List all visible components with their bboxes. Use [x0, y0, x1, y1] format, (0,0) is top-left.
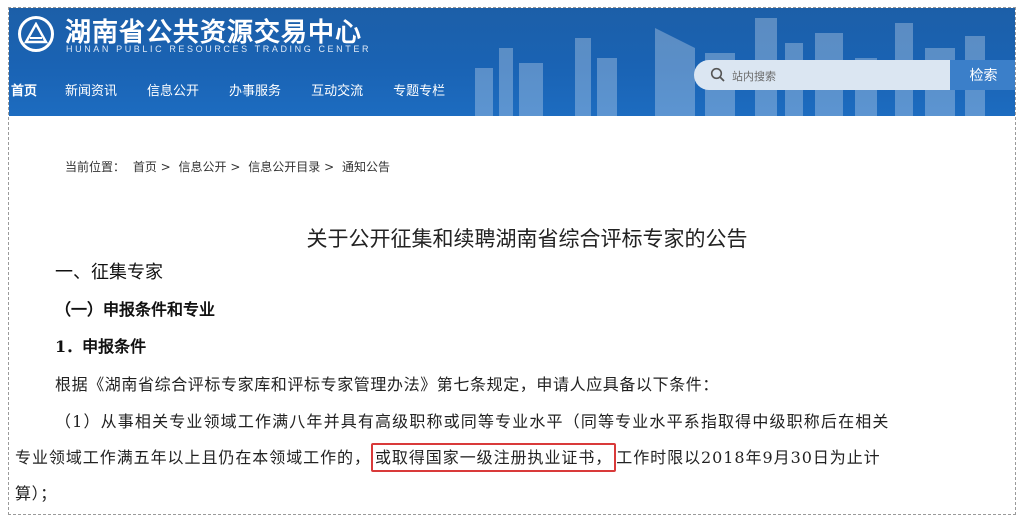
- paragraph-condition-line-2: 专业领域工作满五年以上且仍在本领域工作的， 或取得国家一级注册执业证书， 工作时限以…: [15, 443, 881, 472]
- page-frame: 湖南省公共资源交易中心 HUNAN PUBLIC RESOURCES TRADI…: [8, 7, 1016, 515]
- nav-item-info-disclosure[interactable]: 信息公开: [147, 78, 199, 106]
- article-title: 关于公开征集和续聘湖南省综合评标专家的公告: [306, 227, 748, 251]
- breadcrumb-prefix: 当前位置：: [65, 160, 126, 174]
- subsection-heading: （一）申报条件和专业: [55, 300, 216, 319]
- breadcrumb-link-info-disclosure[interactable]: 信息公开 >: [179, 160, 241, 174]
- paragraph-condition-line-1: （1）从事相关专业领域工作满八年并具有高级职称或同等专业水平（同等专业水平系指取…: [55, 412, 890, 431]
- paragraph-condition-line-3: 算）；: [15, 484, 57, 503]
- condition-text-after: 工作时限以2018年9月30日为止计: [616, 448, 881, 467]
- section-heading: 一、征集专家: [55, 262, 163, 283]
- site-subtitle: HUNAN PUBLIC RESOURCES TRADING CENTER: [66, 44, 372, 54]
- search-box: [694, 60, 950, 90]
- site-logo[interactable]: [18, 16, 54, 52]
- nav-item-services[interactable]: 办事服务: [229, 78, 281, 106]
- main-nav: 首页 新闻资讯 信息公开 办事服务 互动交流 专题专栏: [9, 78, 475, 106]
- search-icon: [710, 67, 725, 82]
- search-button[interactable]: 检索: [950, 60, 1015, 90]
- nav-item-news[interactable]: 新闻资讯: [65, 78, 117, 106]
- breadcrumb-link-notices[interactable]: 通知公告: [342, 160, 390, 174]
- breadcrumb-link-home[interactable]: 首页 >: [133, 160, 171, 174]
- search-input[interactable]: [730, 66, 934, 86]
- logo-mark-icon: [24, 22, 48, 44]
- breadcrumb: 当前位置： 首页 > 信息公开 > 信息公开目录 > 通知公告: [65, 158, 394, 175]
- nav-item-home[interactable]: 首页: [11, 78, 37, 106]
- item-heading: 1．申报条件: [55, 337, 147, 356]
- nav-item-special-topics[interactable]: 专题专栏: [393, 78, 445, 106]
- condition-text-before: 专业领域工作满五年以上且仍在本领域工作的，: [15, 448, 371, 467]
- paragraph-intro: 根据《湖南省综合评标专家库和评标专家管理办法》第七条规定，申请人应具备以下条件：: [55, 375, 720, 394]
- site-header: 湖南省公共资源交易中心 HUNAN PUBLIC RESOURCES TRADI…: [9, 8, 1015, 116]
- breadcrumb-link-info-catalog[interactable]: 信息公开目录 >: [248, 160, 334, 174]
- nav-item-interaction[interactable]: 互动交流: [311, 78, 363, 106]
- highlighted-text: 或取得国家一级注册执业证书，: [370, 443, 617, 472]
